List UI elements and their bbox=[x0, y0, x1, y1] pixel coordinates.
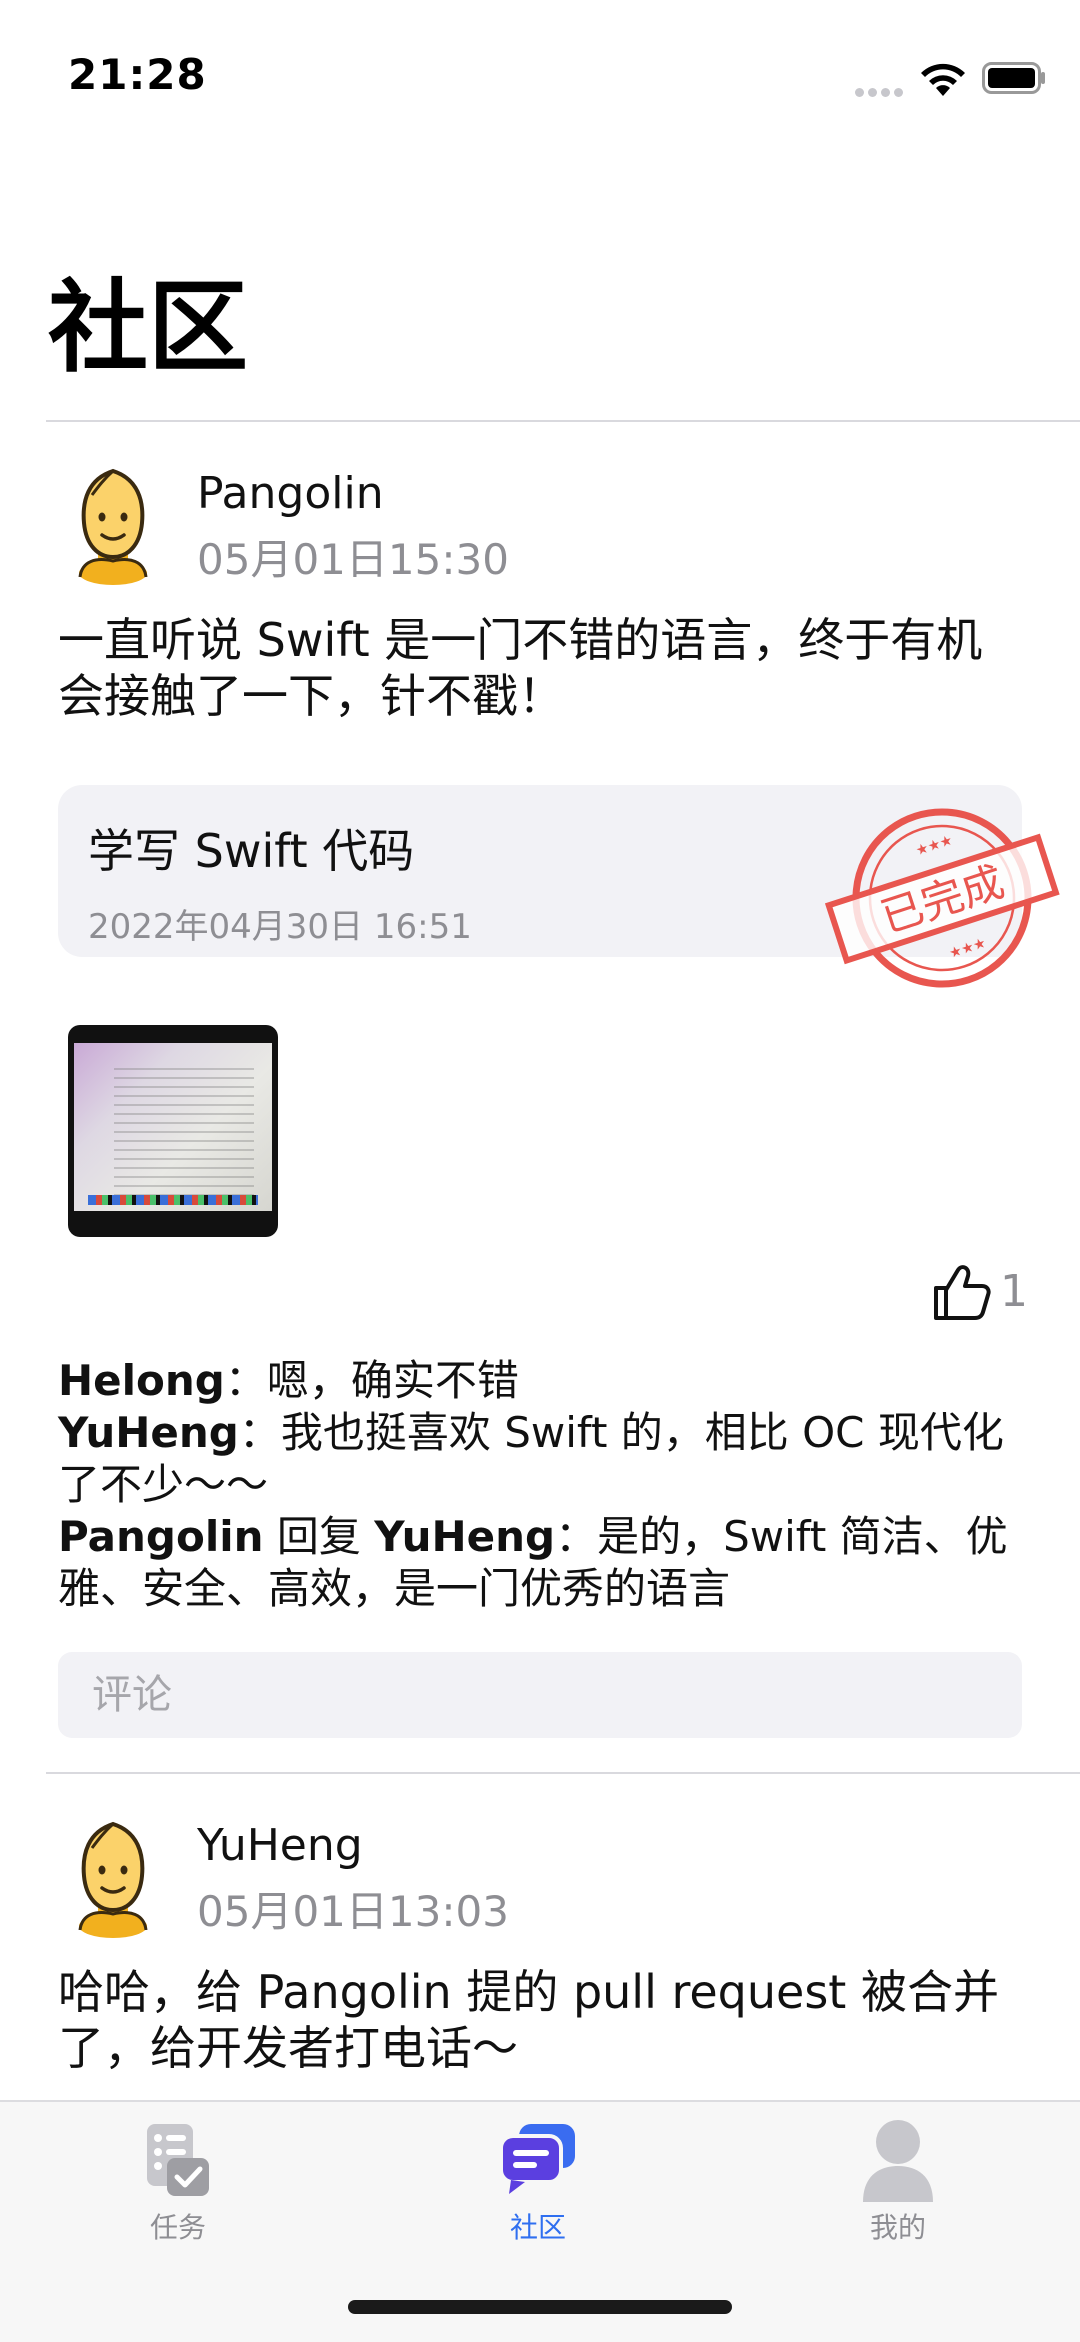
post-author[interactable]: YuHeng bbox=[197, 1820, 363, 1871]
avatar[interactable] bbox=[58, 465, 168, 585]
svg-text:★★★: ★★★ bbox=[914, 832, 955, 859]
completed-stamp: ★★★ ★★★ 已完成 bbox=[824, 808, 1060, 988]
chat-bubbles-icon bbox=[499, 2124, 575, 2194]
tab-label: 任务 bbox=[149, 2211, 206, 2244]
post-text: 哈哈，给 Pangolin 提的 pull request 被合并了，给开发者打… bbox=[58, 1965, 999, 2075]
post-time: 05月01日13:03 bbox=[197, 1887, 509, 1936]
cellular-signal-icon bbox=[855, 82, 907, 97]
tab-label: 我的 bbox=[869, 2211, 926, 2244]
comment-separator: ： bbox=[238, 1408, 281, 1457]
post-time: 05月01日15:30 bbox=[197, 535, 509, 584]
task-title: 学写 Swift 代码 bbox=[88, 824, 415, 878]
post-text: 一直听说 Swift 是一门不错的语言，终于有机会接触了一下，针不戳！ bbox=[58, 613, 983, 723]
page-title: 社区 bbox=[48, 269, 248, 386]
comment-input[interactable] bbox=[58, 1652, 1022, 1738]
wifi-icon bbox=[921, 63, 965, 96]
reply-word: 回复 bbox=[263, 1512, 375, 1561]
tab-label: 社区 bbox=[509, 2211, 566, 2244]
tab-mine[interactable]: 我的 bbox=[798, 2114, 998, 2246]
comment-item[interactable]: Pangolin 回复 YuHeng：是的，Swift 简洁、优雅、安全、高效，… bbox=[58, 1511, 1028, 1615]
comment-list: Helong：嗯，确实不错 YuHeng：我也挺喜欢 Swift 的，相比 OC… bbox=[58, 1355, 1028, 1615]
divider bbox=[46, 420, 1080, 422]
comment-item[interactable]: Helong：嗯，确实不错 bbox=[58, 1355, 1028, 1407]
home-indicator bbox=[348, 2300, 732, 2314]
battery-icon bbox=[982, 62, 1045, 94]
task-date: 2022年04月30日 16:51 bbox=[88, 907, 472, 947]
comment-item[interactable]: YuHeng：我也挺喜欢 Swift 的，相比 OC 现代化了不少～～ bbox=[58, 1407, 1028, 1511]
comment-author[interactable]: YuHeng bbox=[58, 1408, 239, 1457]
post-author[interactable]: Pangolin bbox=[197, 468, 384, 519]
comment-author[interactable]: Helong bbox=[58, 1356, 225, 1405]
tab-community[interactable]: 社区 bbox=[438, 2114, 638, 2246]
tasks-icon bbox=[147, 2124, 209, 2196]
like-count: 1 bbox=[1000, 1266, 1028, 1317]
reply-target[interactable]: YuHeng bbox=[374, 1512, 555, 1561]
comment-text: 嗯，确实不错 bbox=[266, 1356, 519, 1405]
tab-tasks[interactable]: 任务 bbox=[78, 2114, 278, 2246]
comment-separator: ： bbox=[224, 1356, 267, 1405]
post-image[interactable] bbox=[68, 1025, 278, 1237]
status-bar: 21:28 bbox=[0, 0, 1080, 150]
status-time: 21:28 bbox=[68, 50, 207, 99]
thumbs-up-icon[interactable] bbox=[932, 1262, 992, 1322]
divider bbox=[46, 1772, 1080, 1774]
avatar[interactable] bbox=[58, 1818, 168, 1938]
comment-author[interactable]: Pangolin bbox=[58, 1512, 264, 1561]
person-icon bbox=[863, 2120, 933, 2202]
comment-separator: ： bbox=[555, 1512, 598, 1561]
